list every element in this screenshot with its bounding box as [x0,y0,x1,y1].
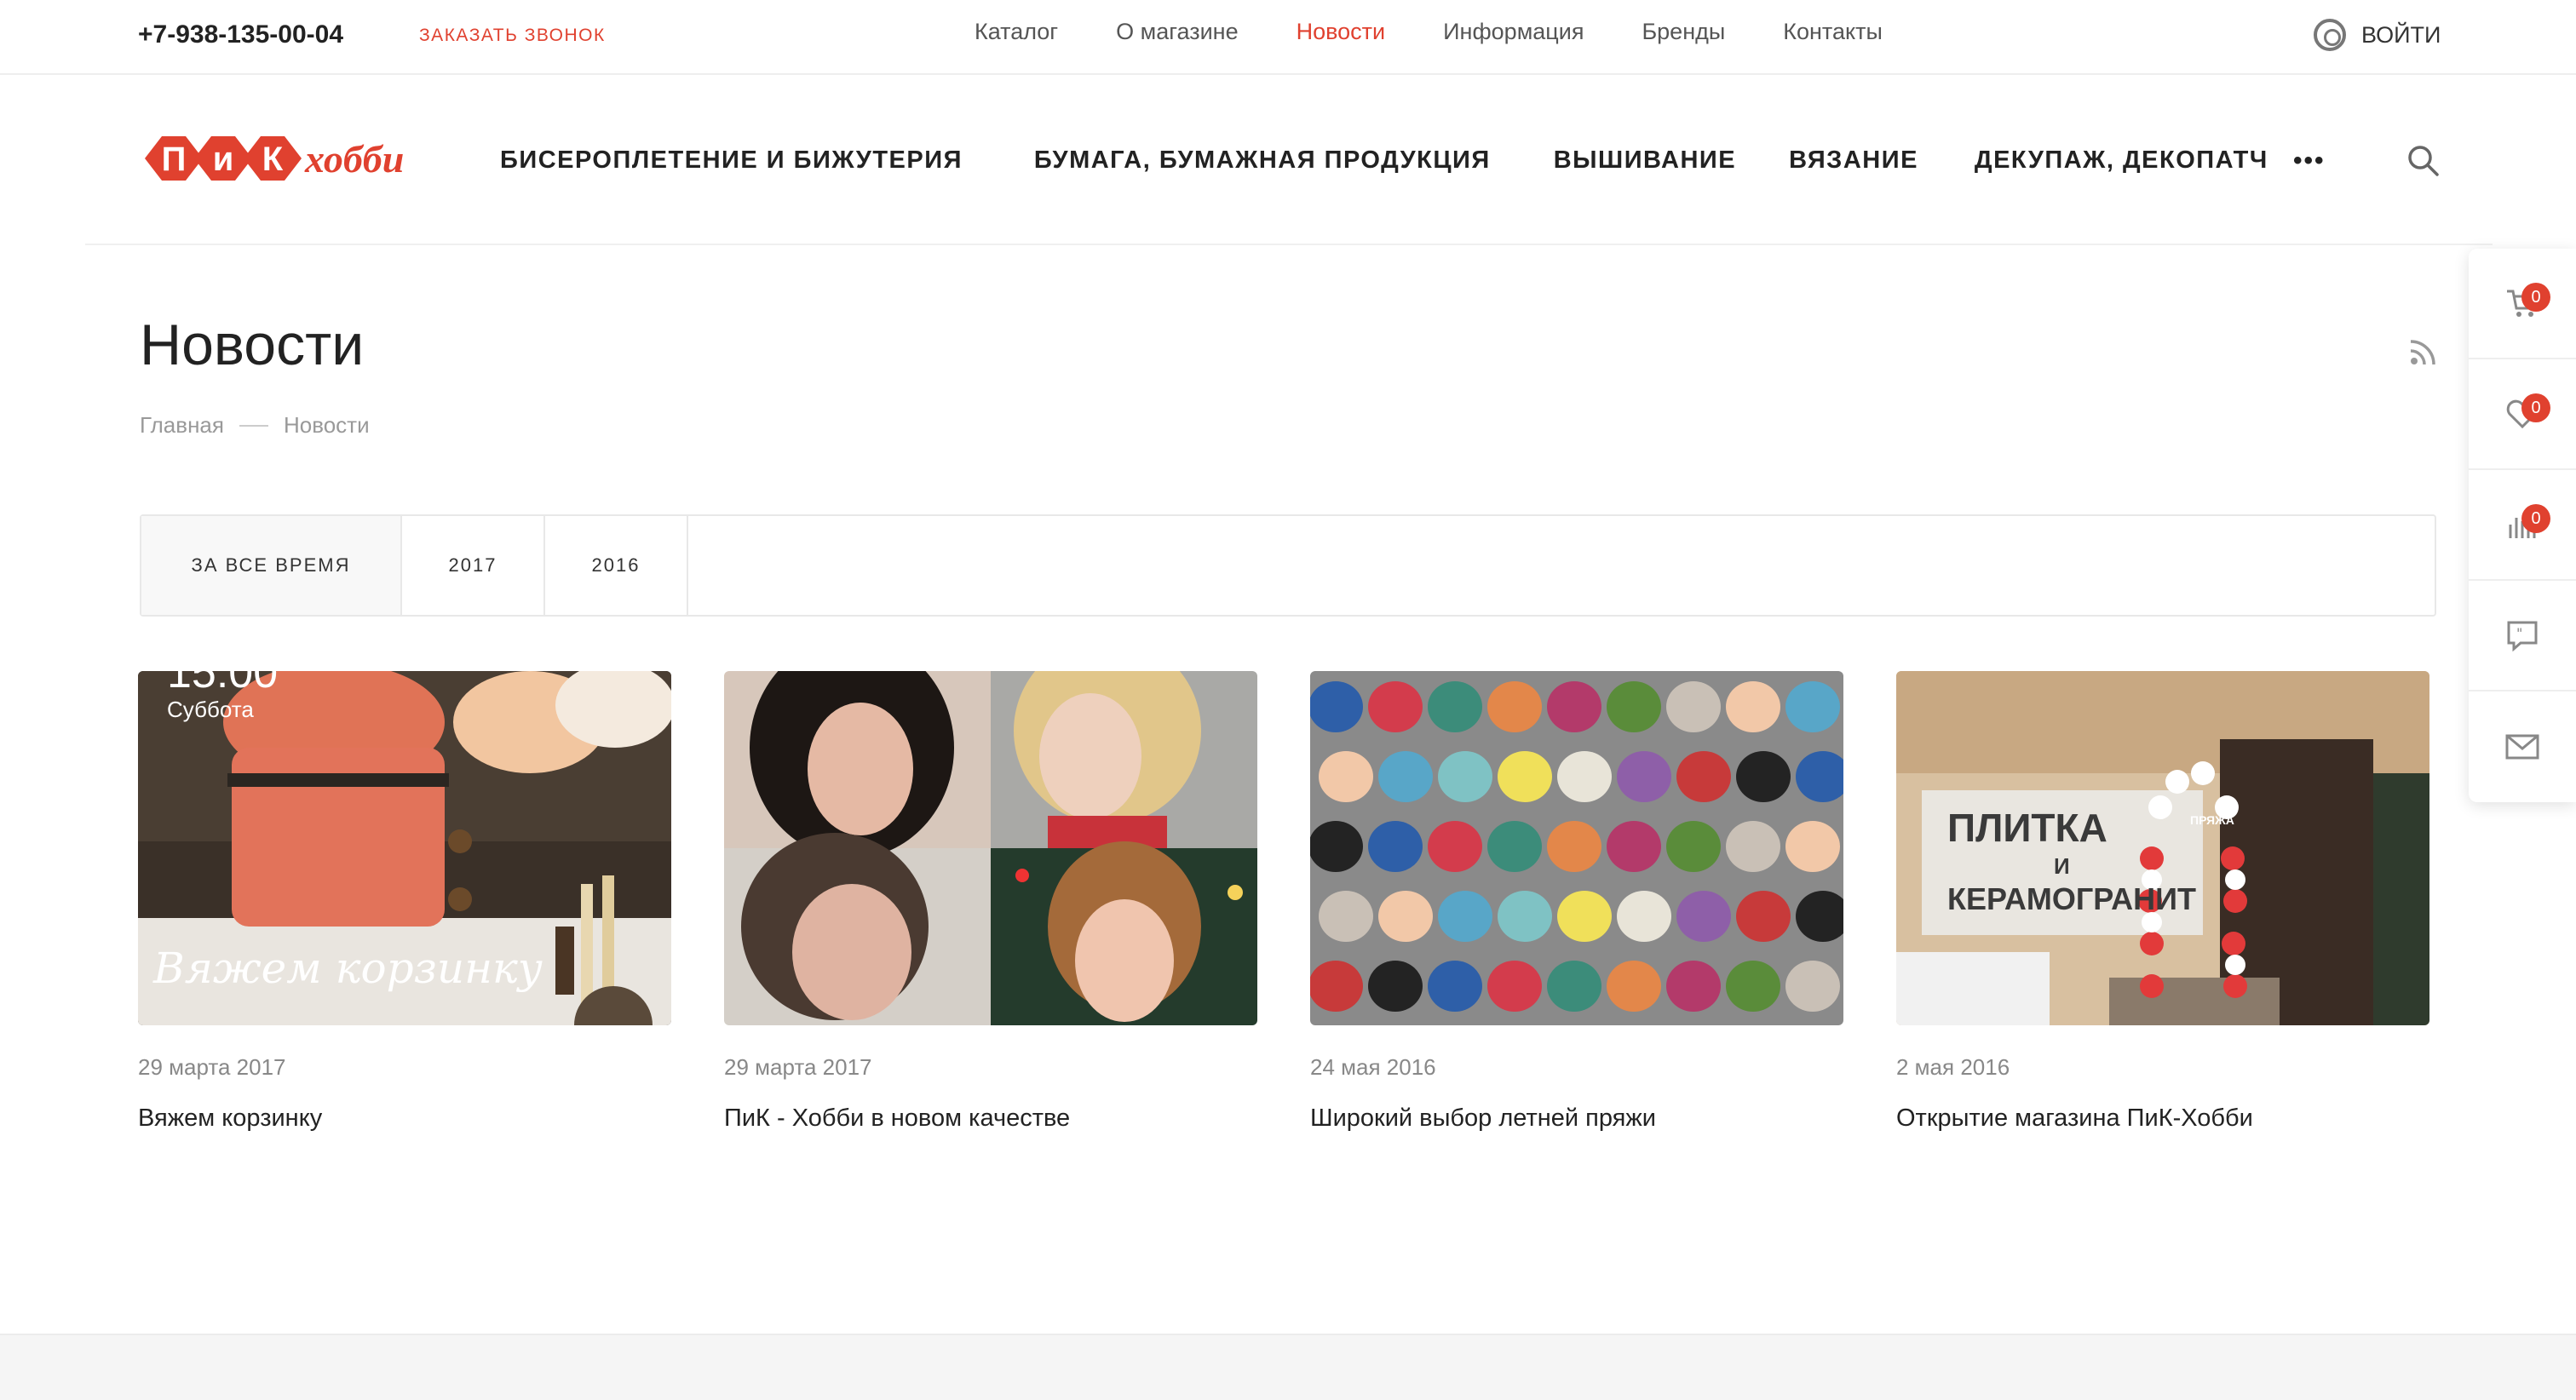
mail-button[interactable] [2469,691,2576,802]
news-card[interactable]: ПЛИТКА И КЕРАМОГРАНИТ ПРЯЖА 2 мая 2016 О… [1896,671,2429,1133]
top-nav-contacts[interactable]: Контакты [1783,19,1883,45]
top-nav: Каталог О магазине Новости Информация Бр… [975,19,1941,45]
login-label: ВОЙТИ [2361,21,2441,48]
year-filter-tabs: ЗА ВСЕ ВРЕМЯ 2017 2016 [140,514,2436,617]
footer [0,1334,2576,1400]
cart-button[interactable]: 0 [2469,249,2576,359]
news-image[interactable]: ПЛИТКА И КЕРАМОГРАНИТ ПРЯЖА [1896,671,2429,1025]
chat-button[interactable]: " [2469,581,2576,691]
news-image[interactable] [1310,671,1843,1025]
tab-2017[interactable]: 2017 [402,516,545,615]
news-date: 29 марта 2017 [138,1054,286,1080]
news-card[interactable]: 15:00 Суббота Вяжем корзинку 29 марта 20… [138,671,671,1133]
nav-decoupage[interactable]: ДЕКУПАЖ, ДЕКОПАТЧ [1975,146,2268,175]
nav-embroidery[interactable]: ВЫШИВАНИЕ [1554,146,1736,175]
top-nav-catalog[interactable]: Каталог [975,19,1058,45]
rss-icon[interactable] [2409,337,2438,366]
news-image[interactable]: 15:00 Суббота Вяжем корзинку [138,671,671,1025]
news-title[interactable]: Открытие магазина ПиК-Хобби [1896,1105,2429,1133]
top-bar: +7-938-135-00-04 ЗАКАЗАТЬ ЗВОНОК Каталог… [0,0,2576,75]
chat-icon: " [2507,621,2538,651]
news-date: 24 мая 2016 [1310,1054,1436,1080]
svg-text:хобби: хобби [304,137,404,181]
top-nav-info[interactable]: Информация [1443,19,1584,45]
compare-count-badge: 0 [2521,504,2550,533]
sign-text-1: ПЛИТКА [1947,806,2107,850]
nav-beading[interactable]: БИСЕРОПЛЕТЕНИЕ И БИЖУТЕРИЯ [500,146,963,175]
breadcrumb: Главная Новости [140,412,370,439]
sign-text-3: КЕРАМОГРАНИТ [1947,881,2196,916]
svg-text:К: К [262,141,284,178]
top-nav-about[interactable]: О магазине [1116,19,1238,45]
nav-knitting[interactable]: ВЯЗАНИЕ [1789,146,1918,175]
news-date: 2 мая 2016 [1896,1054,2010,1080]
svg-text:и: и [213,141,234,178]
breadcrumb-separator [239,424,268,427]
overlay-title: Вяжем корзинку [153,944,543,993]
login-button[interactable]: ВОЙТИ [2314,19,2441,51]
shop-sign: ПРЯЖА [2190,813,2234,827]
breadcrumb-home[interactable]: Главная [140,412,224,439]
sign-text-2: И [2054,853,2070,879]
favorites-button[interactable]: 0 [2469,359,2576,470]
tab-all-time[interactable]: ЗА ВСЕ ВРЕМЯ [141,516,402,615]
news-title[interactable]: Вяжем корзинку [138,1105,671,1133]
callback-link[interactable]: ЗАКАЗАТЬ ЗВОНОК [419,26,606,46]
cart-count-badge: 0 [2521,283,2550,312]
breadcrumb-current: Новости [283,412,370,438]
svg-text:": " [2516,625,2522,641]
nav-more-button[interactable]: ••• [2293,146,2326,175]
news-card[interactable]: 29 марта 2017 ПиК - Хобби в новом качест… [724,671,1257,1133]
svg-text:П: П [162,141,187,178]
news-title[interactable]: ПиК - Хобби в новом качестве [724,1105,1257,1133]
main-header: П и К хобби БИСЕРОПЛЕТЕНИЕ И БИЖУТЕРИЯ Б… [85,77,2493,245]
news-image[interactable] [724,671,1257,1025]
news-title[interactable]: Широкий выбор летней пряжи [1310,1105,1843,1133]
page-title: Новости [140,313,365,377]
tab-2016[interactable]: 2016 [545,516,688,615]
top-nav-news[interactable]: Новости [1297,19,1386,45]
favorites-count-badge: 0 [2521,393,2550,422]
compare-button[interactable]: 0 [2469,470,2576,581]
phone-number[interactable]: +7-938-135-00-04 [138,20,343,49]
news-date: 29 марта 2017 [724,1054,872,1080]
site-logo[interactable]: П и К хобби [141,124,414,192]
mail-icon [2505,734,2539,760]
nav-paper[interactable]: БУМАГА, БУМАЖНАЯ ПРОДУКЦИЯ [1034,146,1491,175]
main-nav: БИСЕРОПЛЕТЕНИЕ И БИЖУТЕРИЯ БУМАГА, БУМАЖ… [500,146,2268,175]
user-icon [2314,19,2346,51]
news-card[interactable]: 24 мая 2016 Широкий выбор летней пряжи [1310,671,1843,1133]
overlay-time: 15:00 [167,671,279,697]
search-icon[interactable] [2406,143,2440,177]
top-nav-brands[interactable]: Бренды [1642,19,1725,45]
side-panel: 0 0 0 " [2469,249,2576,802]
overlay-day: Суббота [167,697,254,722]
